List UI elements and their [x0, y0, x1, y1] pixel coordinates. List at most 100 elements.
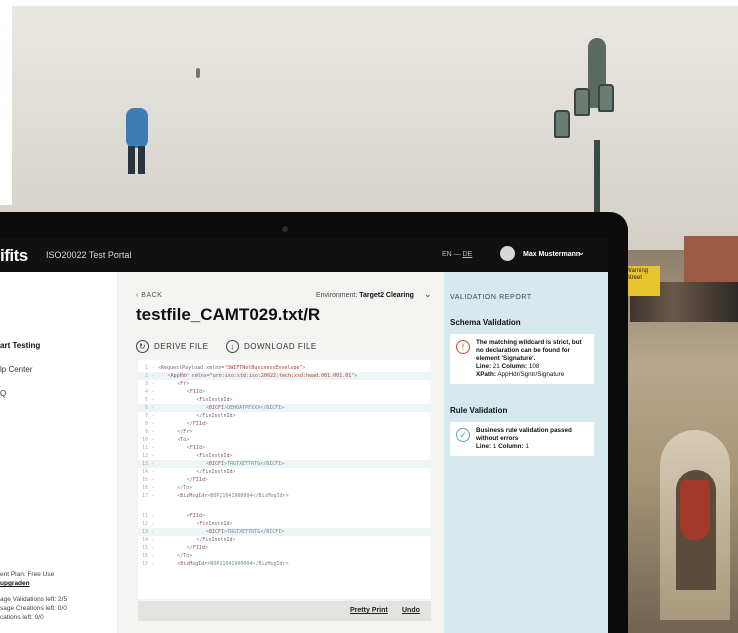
validation-report-panel: VALIDATION REPORT Schema Validation ! Th… [444, 272, 608, 633]
code-text: <BICFI>DEHOATPFXXX</BICFI> [206, 405, 285, 411]
sidebar-item-help-center[interactable]: lp Center [0, 365, 32, 374]
photo-frame-left [0, 0, 12, 205]
line-number: 7 - [144, 413, 154, 419]
code-line[interactable]: 12 - <FinInstnId> [138, 520, 431, 528]
code-text: <FIId> [186, 513, 205, 519]
main-content: ‹ BACK Environment: Target2 Clearing ⌄ t… [118, 272, 444, 633]
line-number: 4 - [144, 389, 154, 395]
back-link[interactable]: ‹ BACK [136, 292, 162, 299]
validations-left: age Validations left: 2/5 [0, 596, 68, 603]
user-name[interactable]: Max Mustermann [523, 251, 580, 258]
figure-body [126, 108, 148, 148]
line-number: 3 - [144, 381, 154, 387]
code-line[interactable]: 1 - <RequestPayload xmlns="SWIFTNetBusine… [138, 364, 431, 372]
editor-footer: Pretty Print Undo [138, 601, 431, 621]
line-number: 9 - [144, 429, 154, 435]
code-text: </FIId> [186, 421, 208, 427]
laptop-camera [282, 226, 288, 232]
line-number: 11 - [141, 513, 154, 519]
code-text: </FinInstnId> [196, 469, 236, 475]
download-file-button[interactable]: ↓ DOWNLOAD FILE [226, 340, 317, 353]
figure-leg [138, 146, 145, 174]
code-text: <FinInstnId> [196, 397, 233, 403]
code-line[interactable]: 9 - </Fr> [138, 428, 431, 436]
sidebar-item-faq[interactable]: Q [0, 389, 6, 398]
line-number: 13 - [141, 529, 154, 535]
code-line[interactable]: 4 - <FIId> [138, 388, 431, 396]
code-line[interactable]: 7 - </FinInstnId> [138, 412, 431, 420]
code-text: </FIId> [186, 545, 208, 551]
code-line[interactable]: 13 - <BICFI>TRGTXETTRTG</BICFI> [138, 460, 431, 468]
line-number: 17 - [141, 493, 154, 499]
download-icon: ↓ [226, 340, 239, 353]
code-line[interactable]: 2 - <AppHdr xmlns="urn:iso:std:iso:20022:… [138, 372, 431, 380]
rule-validation-heading: Rule Validation [450, 406, 508, 415]
lang-de[interactable]: DE [463, 251, 473, 258]
error-icon: ! [456, 340, 470, 354]
pretty-print-button[interactable]: Pretty Print [350, 607, 388, 614]
code-line[interactable]: 15 - </FIId> [138, 544, 431, 552]
flying-figure [118, 100, 156, 180]
code-text: <BizMsgIdr>BOP21041900004</BizMsgIdr> [177, 493, 289, 499]
schema-error-position: Line: 21 Column: 108 [476, 363, 540, 370]
code-line[interactable]: 13 - <BICFI>TRGTXETTRTG</BICFI> [138, 528, 431, 536]
undo-button[interactable]: Undo [402, 607, 420, 614]
code-line[interactable]: 6 - <BICFI>DEHOATPFXXX</BICFI> [138, 404, 431, 412]
lamp [574, 88, 590, 116]
app-screen: ifits ISO20022 Test Portal EN — DE Max M… [0, 238, 608, 633]
code-line[interactable]: 3 - <Fr> [138, 380, 431, 388]
upgrade-link[interactable]: upgraden [0, 579, 30, 588]
xml-editor[interactable]: 1 - <RequestPayload xmlns="SWIFTNetBusine… [138, 360, 431, 599]
code-line[interactable]: 5 - <FinInstnId> [138, 396, 431, 404]
code-line[interactable]: 12 - <FinInstnId> [138, 452, 431, 460]
derive-file-label: DERIVE FILE [154, 342, 209, 351]
code-line[interactable]: 11 - <FIId> [138, 444, 431, 452]
code-text: </FIId> [186, 477, 208, 483]
rule-success-message: Business rule validation passed without … [476, 427, 572, 442]
line-number: 8 - [144, 421, 154, 427]
code-text: <RequestPayload xmlns="SWIFTNetBusinessE… [158, 365, 306, 371]
lamp [554, 110, 570, 138]
code-text: <BICFI>TRGTXETTRTG</BICFI> [206, 529, 285, 535]
line-number: 15 - [141, 545, 154, 551]
lang-en[interactable]: EN [442, 251, 452, 258]
line-number: 12 - [141, 521, 154, 527]
download-file-label: DOWNLOAD FILE [244, 342, 317, 351]
check-icon: ✓ [456, 428, 470, 442]
code-line[interactable]: 15 - </FIId> [138, 476, 431, 484]
sidebar-item-start-testing[interactable]: art Testing [0, 341, 40, 350]
derive-icon: ↻ [136, 340, 149, 353]
avatar[interactable] [500, 246, 515, 261]
app-logo[interactable]: ifits [0, 246, 28, 266]
environment-select[interactable]: Environment: Target2 Clearing [316, 292, 414, 299]
code-text: <To> [177, 437, 190, 443]
code-text: <FIId> [186, 389, 205, 395]
top-app-bar: ifits ISO20022 Test Portal EN — DE Max M… [0, 238, 608, 272]
code-line[interactable]: 16 - </To> [138, 552, 431, 560]
code-line[interactable]: 10 - <To> [138, 436, 431, 444]
chevron-down-icon[interactable]: ⌄ [424, 289, 432, 300]
bridge-crest [680, 480, 710, 540]
sidebar: art Testing lp Center Q ent Plan: Free U… [0, 272, 118, 633]
report-title: VALIDATION REPORT [450, 294, 532, 301]
rule-position: Line: 1 Column: 1 [476, 443, 529, 450]
schema-error-message: The matching wildcard is strict, but no … [476, 339, 582, 362]
line-number: 6 - [144, 405, 154, 411]
code-line[interactable]: 16 - </To> [138, 484, 431, 492]
code-text: </FinInstnId> [196, 413, 236, 419]
line-number: 12 - [141, 453, 154, 459]
schema-error-xpath: XPath: AppHdr/Sgntr/Signature [476, 371, 565, 378]
code-line[interactable]: 8 - </FIId> [138, 420, 431, 428]
line-number: 17 - [141, 561, 154, 567]
line-number: 13 - [141, 461, 154, 467]
derive-file-button[interactable]: ↻ DERIVE FILE [136, 340, 208, 353]
code-line[interactable]: 11 - <FIId> [138, 512, 431, 520]
code-line[interactable]: 17 - <BizMsgIdr>BOP21041900004</BizMsgIdr… [138, 560, 431, 568]
code-line[interactable]: 14 - </FinInstnId> [138, 536, 431, 544]
chevron-down-icon[interactable]: ⌄ [577, 247, 585, 258]
line-number: 15 - [141, 477, 154, 483]
street-sign: Warning Street [624, 266, 660, 296]
code-line[interactable]: 17 - <BizMsgIdr>BOP21041900004</BizMsgIdr… [138, 492, 431, 500]
code-line[interactable]: 14 - </FinInstnId> [138, 468, 431, 476]
code-text: </FinInstnId> [196, 537, 236, 543]
